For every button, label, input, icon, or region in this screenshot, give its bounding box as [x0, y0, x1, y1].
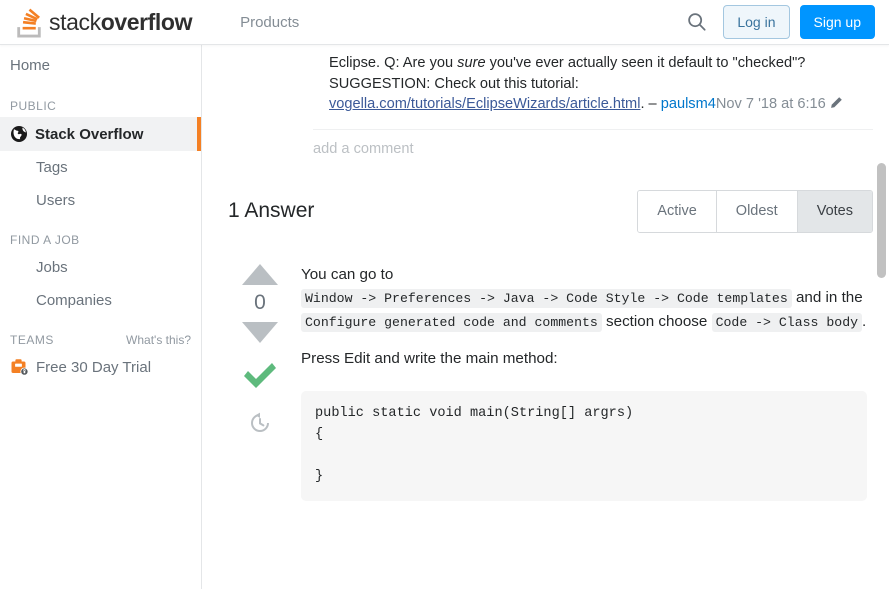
- stackoverflow-logo-icon: [17, 8, 41, 38]
- logo-text-stack: stack: [49, 8, 101, 35]
- comment-text: Eclipse. Q: Are you sure you've ever act…: [219, 45, 873, 117]
- signup-button[interactable]: Sign up: [799, 5, 875, 39]
- answer-body: You can go to Window -> Preferences -> J…: [292, 263, 873, 502]
- sidebar-heading-teams: TEAMS What's this?: [0, 317, 201, 351]
- login-button[interactable]: Log in: [723, 5, 790, 39]
- comment-part-3: . –: [640, 96, 661, 113]
- sidebar-heading-find-a-job-label: FIND A JOB: [10, 233, 80, 247]
- answer-text-4: .: [862, 312, 867, 330]
- answer-history-icon[interactable]: [249, 412, 271, 434]
- add-comment-link[interactable]: add a comment: [219, 130, 873, 157]
- sidebar-heading-public: PUBLIC: [0, 83, 201, 117]
- stackoverflow-logo-link[interactable]: stackoverflow: [8, 0, 198, 45]
- top-navigation-bar: stackoverflow Products Log in Sign up: [0, 0, 889, 45]
- search-button[interactable]: [681, 6, 713, 38]
- inline-code-2: Configure generated code and comments: [301, 312, 602, 332]
- answer-text-2: and in the: [791, 289, 863, 307]
- comment-edit-button[interactable]: [829, 96, 843, 117]
- comment-part-1: Eclipse. Q: Are you: [329, 55, 458, 71]
- inline-code-1: Window -> Preferences -> Java -> Code St…: [301, 289, 792, 309]
- answer-text-3: section choose: [601, 312, 712, 330]
- tab-oldest[interactable]: Oldest: [716, 191, 798, 232]
- sidebar-item-stack-overflow[interactable]: Stack Overflow: [0, 117, 201, 151]
- logo-text-overflow: overflow: [100, 8, 193, 35]
- answer-paragraph-2: Press Edit and write the main method:: [301, 350, 558, 368]
- tab-votes[interactable]: Votes: [797, 191, 872, 232]
- sidebar-item-free-trial[interactable]: Free 30 Day Trial: [0, 351, 201, 383]
- globe-icon: [11, 126, 27, 142]
- stackoverflow-page: stackoverflow Products Log in Sign up Ho…: [0, 0, 889, 589]
- sidebar-heading-find-a-job: FIND A JOB: [0, 217, 201, 251]
- nav-products-link[interactable]: Products: [230, 0, 309, 45]
- sidebar-item-users[interactable]: Users: [0, 184, 201, 217]
- content-inner: Eclipse. Q: Are you sure you've ever act…: [203, 45, 889, 502]
- accepted-answer-checkmark[interactable]: [242, 362, 278, 392]
- answers-count-title: 1 Answer: [228, 199, 315, 223]
- comment-date: Nov 7 '18 at 6:16: [715, 96, 826, 113]
- sidebar-item-free-trial-label: Free 30 Day Trial: [36, 358, 152, 376]
- search-icon: [688, 13, 706, 31]
- main-content: Eclipse. Q: Are you sure you've ever act…: [203, 45, 889, 589]
- sidebar-item-jobs[interactable]: Jobs: [0, 251, 201, 284]
- sidebar-item-home[interactable]: Home: [0, 45, 201, 83]
- comment-emphasis: sure: [457, 55, 486, 71]
- answer-item: 0 You can go to Window -> Preferences ->…: [219, 233, 873, 502]
- stackoverflow-wordmark: stackoverflow: [49, 8, 193, 35]
- header-actions: Log in Sign up: [681, 5, 875, 39]
- answer-sort-tabs: Active Oldest Votes: [637, 190, 873, 233]
- tab-active[interactable]: Active: [638, 191, 717, 232]
- answer-code-block: public static void main(String[] argrs) …: [301, 390, 867, 502]
- answers-header: 1 Answer Active Oldest Votes: [219, 157, 873, 233]
- page-scrollbar-track[interactable]: [874, 45, 889, 589]
- teams-whats-this-link[interactable]: What's this?: [126, 333, 191, 347]
- vote-cell: 0: [228, 263, 292, 502]
- comment-author-link[interactable]: paulsm4: [661, 96, 716, 112]
- sidebar-item-companies[interactable]: Companies: [0, 284, 201, 317]
- vote-count: 0: [254, 290, 266, 314]
- inline-code-3: Code -> Class body: [711, 312, 863, 332]
- briefcase-lock-icon: [11, 359, 29, 376]
- sidebar-heading-public-label: PUBLIC: [10, 99, 57, 113]
- answer-text-1: You can go to: [301, 265, 394, 283]
- sidebar-heading-teams-label: TEAMS: [10, 333, 54, 347]
- comment-link[interactable]: vogella.com/tutorials/EclipseWizards/art…: [329, 96, 640, 112]
- pencil-icon: [830, 97, 842, 109]
- upvote-button[interactable]: [241, 263, 279, 286]
- downvote-button[interactable]: [241, 321, 279, 344]
- sidebar-item-stack-overflow-label: Stack Overflow: [35, 125, 144, 143]
- page-scrollbar-thumb[interactable]: [877, 163, 886, 278]
- sidebar-item-tags[interactable]: Tags: [0, 151, 201, 184]
- left-sidebar: Home PUBLIC Stack Overflow Tags Users FI…: [0, 45, 202, 589]
- answer-paragraph-1: You can go to Window -> Preferences -> J…: [301, 263, 867, 334]
